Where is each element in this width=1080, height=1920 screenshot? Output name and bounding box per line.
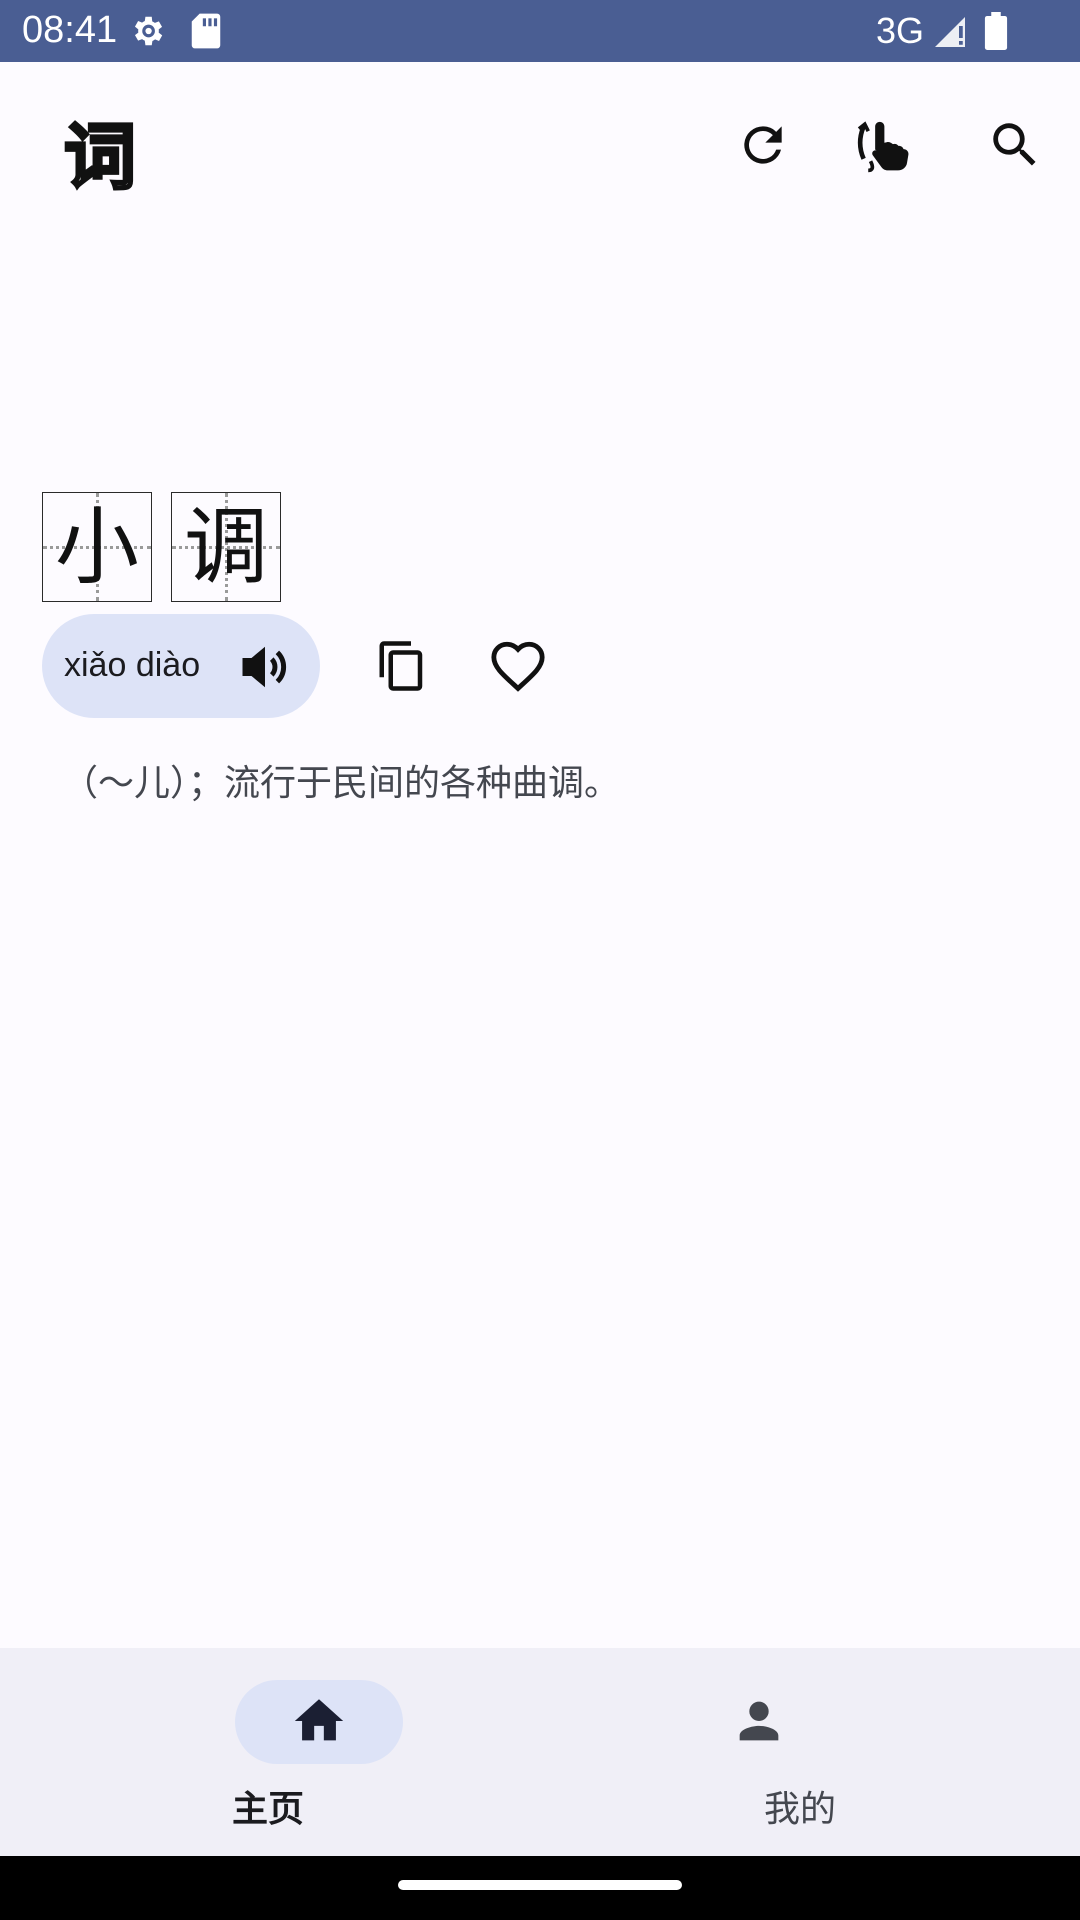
- gesture-handle[interactable]: [398, 1880, 682, 1890]
- definition-text: （～儿）；流行于民间的各种曲调。: [62, 763, 621, 804]
- swipe-gesture-icon: [857, 121, 909, 173]
- character-box[interactable]: 小: [42, 492, 152, 602]
- refresh-button[interactable]: [728, 110, 798, 180]
- pinyin-text: xiǎo diào: [64, 646, 201, 684]
- settings-gear-icon: [128, 12, 166, 54]
- refresh-icon: [744, 126, 782, 164]
- swipe-mode-button[interactable]: [854, 110, 924, 180]
- status-bar: 08:41 3G: [0, 0, 1080, 62]
- app-logo-text: 词: [64, 115, 136, 198]
- nav-label-profile: 我的: [763, 1789, 836, 1830]
- person-icon: [730, 1692, 788, 1754]
- app-logo: 词: [60, 108, 150, 201]
- pinyin-pronounce-button[interactable]: xiǎo diào: [42, 614, 320, 718]
- character-glyph: 调: [183, 498, 268, 596]
- character-glyph: 小: [54, 498, 139, 596]
- status-time: 08:41: [22, 9, 118, 51]
- sd-card-icon: [190, 12, 222, 54]
- character-boxes: 小 调: [42, 492, 281, 602]
- heart-outline-icon: [491, 641, 545, 692]
- gesture-navigation-bar: [0, 1856, 1080, 1920]
- character-box[interactable]: 调: [171, 492, 281, 602]
- search-icon: [993, 123, 1036, 166]
- copy-button[interactable]: [364, 628, 440, 704]
- speaker-icon: [238, 642, 292, 696]
- battery-icon: [984, 12, 1008, 54]
- home-icon: [290, 1692, 348, 1754]
- signal-icon: [932, 14, 968, 54]
- favorite-button[interactable]: [480, 628, 556, 704]
- network-type: 3G: [876, 10, 925, 51]
- bottom-navigation: 主页 我的: [0, 1648, 1080, 1856]
- nav-item-profile[interactable]: 我的: [540, 1648, 1080, 1856]
- copy-icon: [379, 641, 423, 691]
- search-button[interactable]: [980, 110, 1050, 180]
